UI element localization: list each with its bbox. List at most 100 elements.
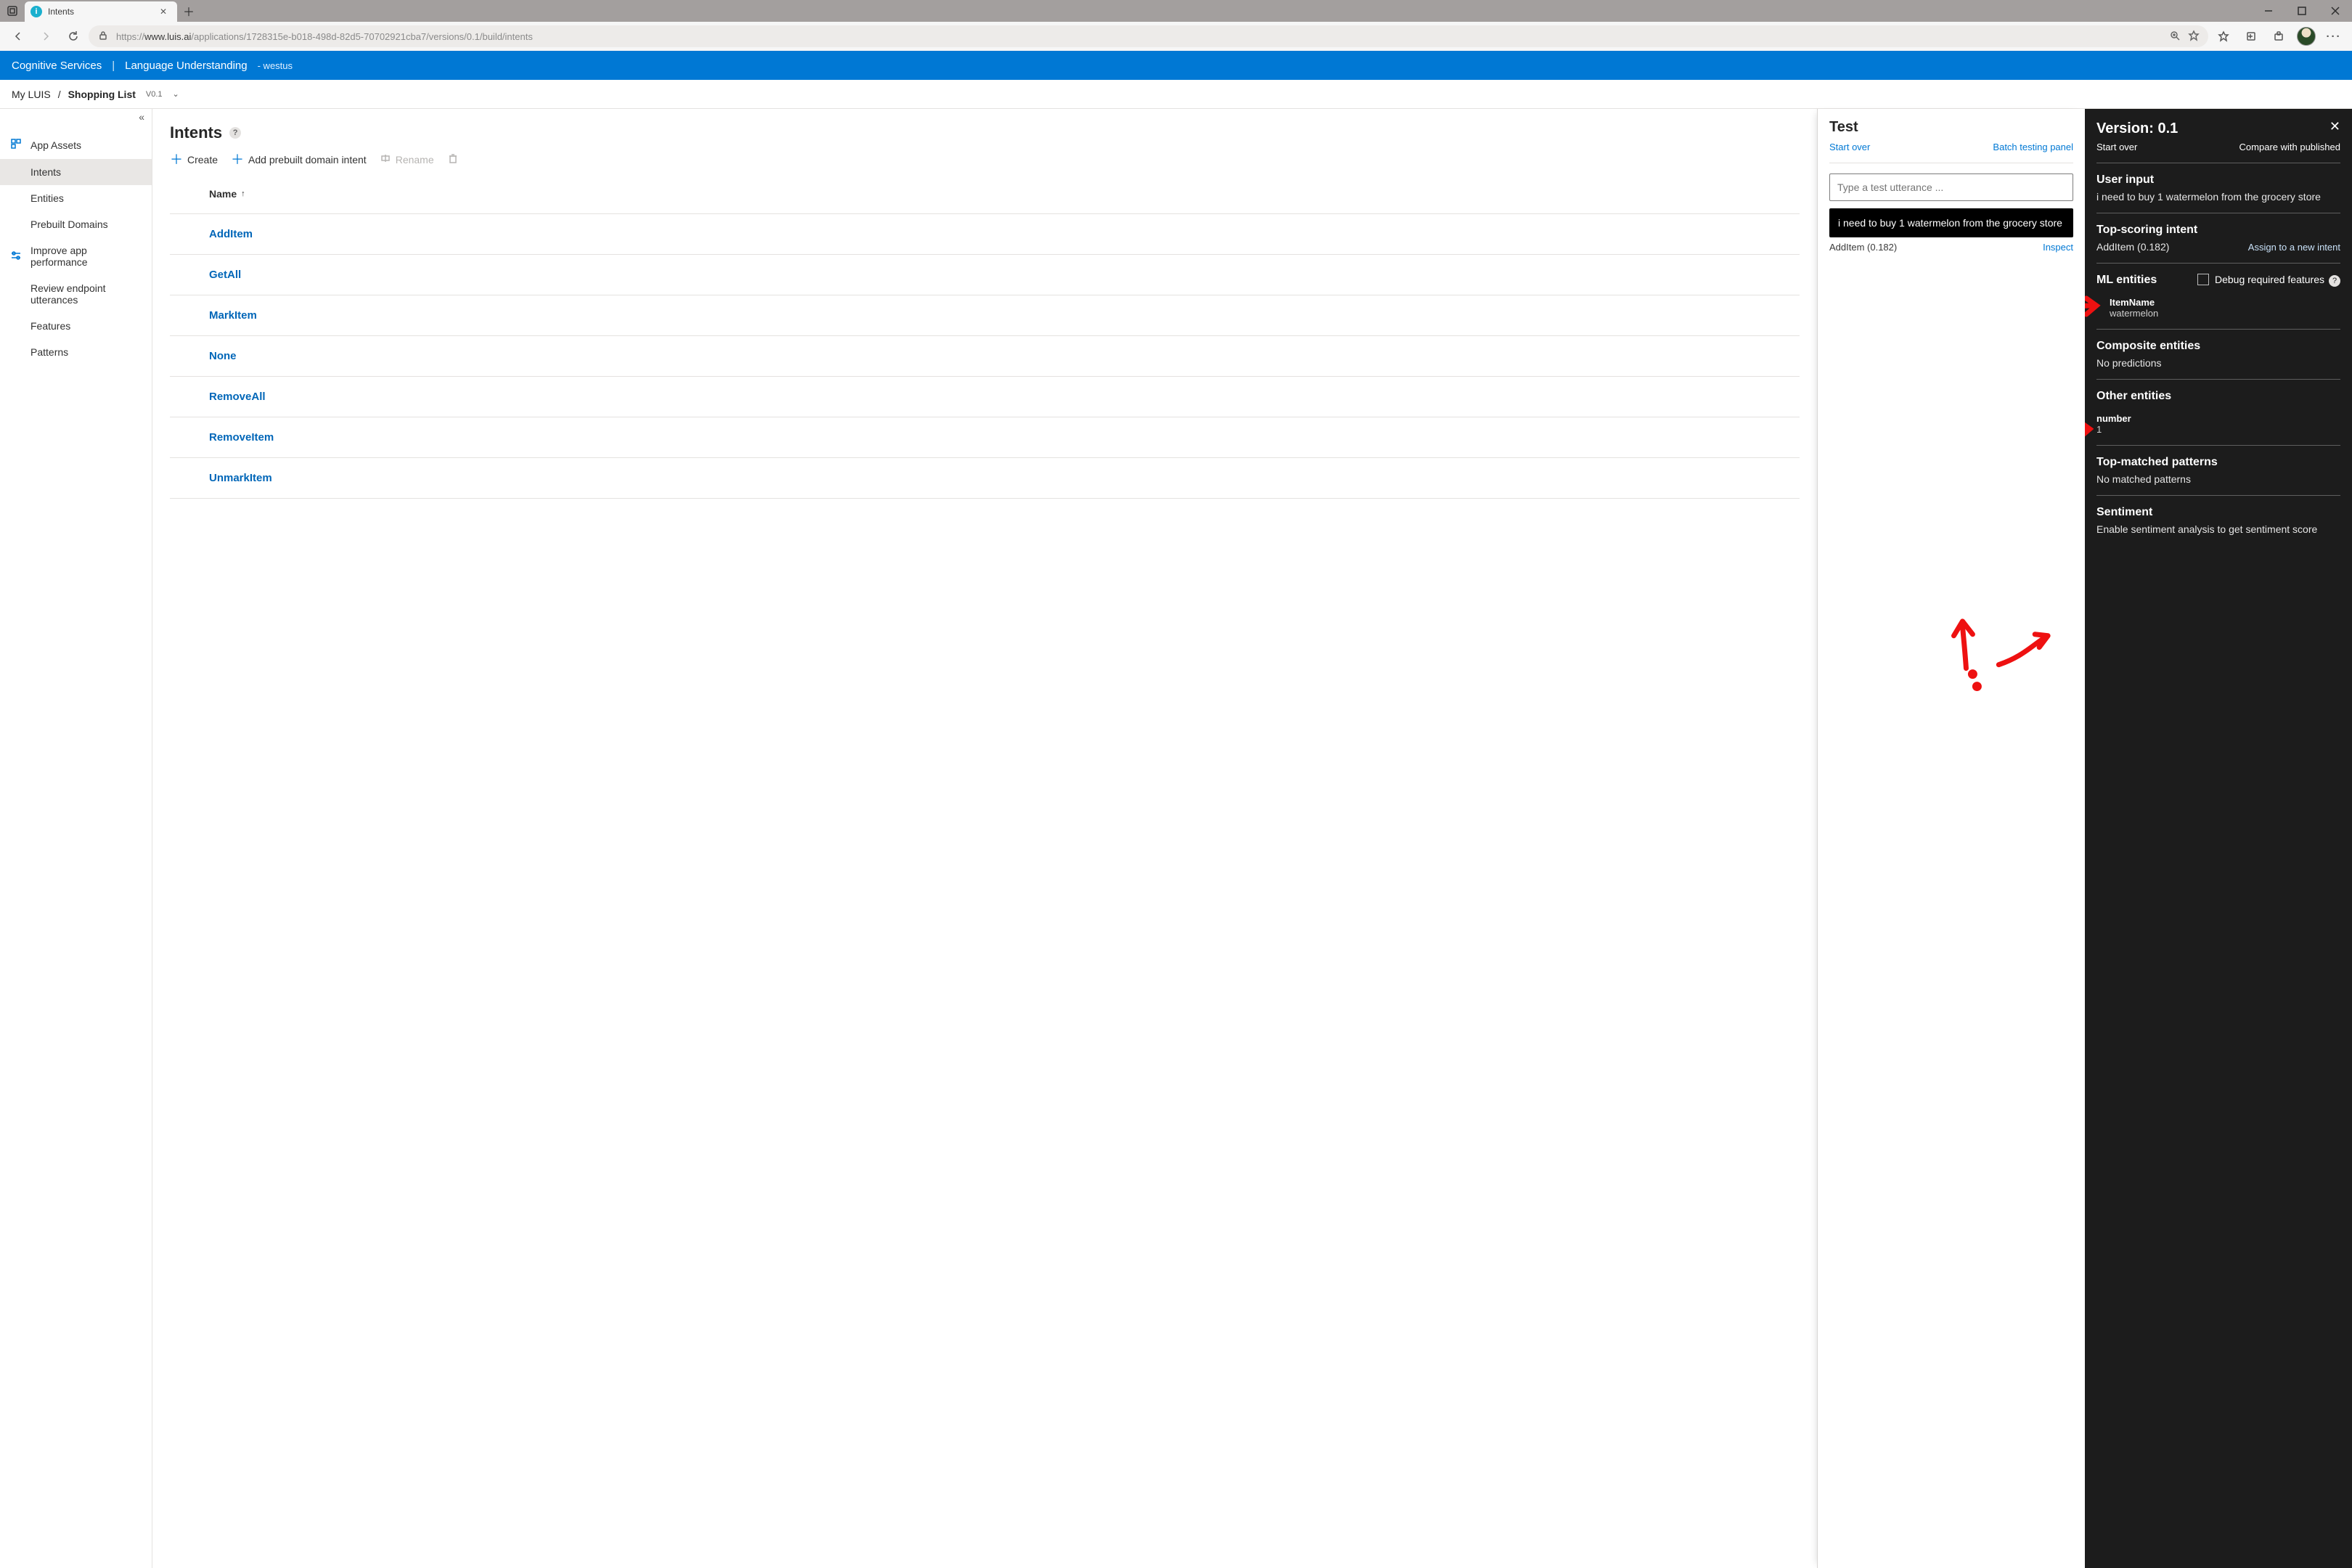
intent-name[interactable]: AddItem bbox=[209, 228, 253, 240]
inspect-start-over-link[interactable]: Start over bbox=[2096, 142, 2137, 152]
rename-button: Rename bbox=[380, 152, 434, 166]
debug-features-checkbox[interactable]: Debug required features? bbox=[2197, 274, 2340, 287]
nav-forward-icon[interactable] bbox=[33, 25, 58, 47]
assets-icon bbox=[10, 138, 22, 152]
intent-name[interactable]: MarkItem bbox=[209, 309, 257, 322]
collections-icon[interactable] bbox=[2239, 25, 2263, 47]
test-start-over-link[interactable]: Start over bbox=[1829, 142, 1870, 152]
window-close-icon[interactable] bbox=[2319, 0, 2352, 22]
chevron-down-icon[interactable]: ⌄ bbox=[173, 89, 179, 99]
batch-testing-link[interactable]: Batch testing panel bbox=[1993, 142, 2073, 152]
test-utterance-input[interactable] bbox=[1829, 173, 2073, 201]
sort-asc-icon: ↑ bbox=[241, 189, 245, 198]
sidebar-section-improve-label: Improve app performance bbox=[30, 245, 142, 268]
browser-menu-icon[interactable]: ··· bbox=[2322, 25, 2346, 47]
patterns-value: No matched patterns bbox=[2096, 473, 2340, 485]
separator: | bbox=[112, 60, 115, 72]
inspect-version-heading: Version: 0.1 bbox=[2096, 121, 2340, 137]
intent-row[interactable]: AddItem bbox=[170, 214, 1800, 255]
sentiment-heading: Sentiment bbox=[2096, 506, 2340, 519]
breadcrumb-root[interactable]: My LUIS bbox=[12, 89, 51, 100]
app-label[interactable]: Language Understanding bbox=[125, 60, 247, 72]
ml-entity-name: ItemName bbox=[2110, 297, 2340, 308]
plus-icon: ＋ bbox=[170, 153, 183, 166]
other-entity-name: number bbox=[2096, 413, 2340, 424]
sidebar-section-assets[interactable]: App Assets bbox=[0, 131, 152, 159]
breadcrumb-bar: My LUIS / Shopping List V0.1 ⌄ bbox=[0, 80, 2352, 109]
test-panel: Test Start over Batch testing panel i ne… bbox=[1817, 109, 2085, 1568]
plus-icon: ＋ bbox=[231, 153, 244, 166]
help-icon[interactable]: ? bbox=[2329, 275, 2340, 287]
intent-row[interactable]: RemoveAll bbox=[170, 377, 1800, 417]
zoom-icon[interactable] bbox=[2169, 30, 2181, 44]
compare-published-link[interactable]: Compare with published bbox=[2239, 142, 2340, 152]
other-entities-heading: Other entities bbox=[2096, 390, 2340, 403]
assign-new-intent-link[interactable]: Assign to a new intent bbox=[2248, 242, 2340, 253]
user-input-heading: User input bbox=[2096, 173, 2340, 187]
tab-title: Intents bbox=[48, 7, 151, 17]
sidebar-item-patterns[interactable]: Patterns bbox=[0, 339, 152, 365]
intent-row[interactable]: GetAll bbox=[170, 255, 1800, 295]
intent-row[interactable]: RemoveItem bbox=[170, 417, 1800, 458]
sidebar-collapse-icon[interactable]: « bbox=[139, 111, 144, 123]
tab-favicon-icon: i bbox=[30, 6, 42, 17]
intent-list: AddItem GetAll MarkItem None RemoveAll Remove… bbox=[170, 214, 1800, 499]
nav-back-icon[interactable] bbox=[6, 25, 30, 47]
window-titlebar: i Intents ✕ ＋ bbox=[0, 0, 2352, 22]
composite-heading: Composite entities bbox=[2096, 340, 2340, 353]
intent-name[interactable]: UnmarkItem bbox=[209, 472, 272, 484]
inspect-link[interactable]: Inspect bbox=[2043, 242, 2073, 253]
sidebar-item-review-endpoint[interactable]: Review endpoint utterances bbox=[0, 275, 152, 313]
column-header-name[interactable]: Name↑ bbox=[170, 173, 1800, 214]
sidebar-item-entities[interactable]: Entities bbox=[0, 185, 152, 211]
intent-row[interactable]: MarkItem bbox=[170, 295, 1800, 336]
intent-name[interactable]: GetAll bbox=[209, 269, 241, 281]
window-maximize-icon[interactable] bbox=[2285, 0, 2319, 22]
last-utterance[interactable]: i need to buy 1 watermelon from the groc… bbox=[1829, 208, 2073, 237]
breadcrumb-sep: / bbox=[58, 89, 61, 100]
sidebar: « App Assets Intents Entities Prebuilt D… bbox=[0, 109, 152, 1568]
delete-button bbox=[447, 152, 459, 166]
address-url: https://www.luis.ai/applications/1728315… bbox=[116, 31, 2162, 42]
intent-name[interactable]: RemoveItem bbox=[209, 431, 274, 444]
intent-row[interactable]: None bbox=[170, 336, 1800, 377]
nav-refresh-icon[interactable] bbox=[61, 25, 86, 47]
extensions-icon[interactable] bbox=[2266, 25, 2291, 47]
inspect-close-icon[interactable]: ✕ bbox=[2329, 119, 2340, 134]
rename-icon bbox=[380, 152, 391, 166]
favorites-list-icon[interactable] bbox=[2211, 25, 2236, 47]
create-button[interactable]: ＋ Create bbox=[170, 153, 218, 166]
sidebar-item-features[interactable]: Features bbox=[0, 313, 152, 339]
browser-toolbar: https://www.luis.ai/applications/1728315… bbox=[0, 22, 2352, 51]
improve-icon bbox=[10, 250, 22, 264]
help-icon[interactable]: ? bbox=[229, 127, 241, 139]
patterns-heading: Top-matched patterns bbox=[2096, 456, 2340, 469]
address-bar[interactable]: https://www.luis.ai/applications/1728315… bbox=[89, 25, 2208, 47]
main-content: Intents ? ＋ Create ＋ Add prebuilt domain… bbox=[152, 109, 1817, 1568]
breadcrumb-current[interactable]: Shopping List bbox=[68, 89, 136, 100]
intent-row[interactable]: UnmarkItem bbox=[170, 458, 1800, 499]
window-minimize-icon[interactable] bbox=[2252, 0, 2285, 22]
brand-label[interactable]: Cognitive Services bbox=[12, 60, 102, 72]
sidebar-item-prebuilt-domains[interactable]: Prebuilt Domains bbox=[0, 211, 152, 237]
composite-value: No predictions bbox=[2096, 357, 2340, 369]
annotation-arrow-icon bbox=[2085, 417, 2094, 442]
result-intent: AddItem (0.182) bbox=[1829, 242, 1897, 253]
new-tab-button[interactable]: ＋ bbox=[177, 0, 200, 22]
intent-name[interactable]: RemoveAll bbox=[209, 391, 266, 403]
tab-close-icon[interactable]: ✕ bbox=[157, 4, 170, 20]
add-prebuilt-button[interactable]: ＋ Add prebuilt domain intent bbox=[231, 153, 367, 166]
annotation-arrow-icon bbox=[2085, 294, 2101, 319]
product-bar: Cognitive Services | Language Understand… bbox=[0, 51, 2352, 80]
ml-entity-value: watermelon bbox=[2110, 308, 2340, 319]
favorite-star-icon[interactable] bbox=[2188, 30, 2200, 44]
sidebar-item-intents[interactable]: Intents bbox=[0, 159, 152, 185]
workspace: « App Assets Intents Entities Prebuilt D… bbox=[0, 109, 2352, 1568]
sidebar-section-improve[interactable]: Improve app performance bbox=[0, 237, 152, 275]
profile-avatar[interactable] bbox=[2294, 25, 2319, 47]
app-switcher-icon[interactable] bbox=[0, 0, 25, 22]
command-bar: ＋ Create ＋ Add prebuilt domain intent Re… bbox=[170, 152, 1800, 166]
intent-name[interactable]: None bbox=[209, 350, 237, 362]
browser-tab[interactable]: i Intents ✕ bbox=[25, 1, 177, 22]
top-intent-heading: Top-scoring intent bbox=[2096, 224, 2340, 237]
